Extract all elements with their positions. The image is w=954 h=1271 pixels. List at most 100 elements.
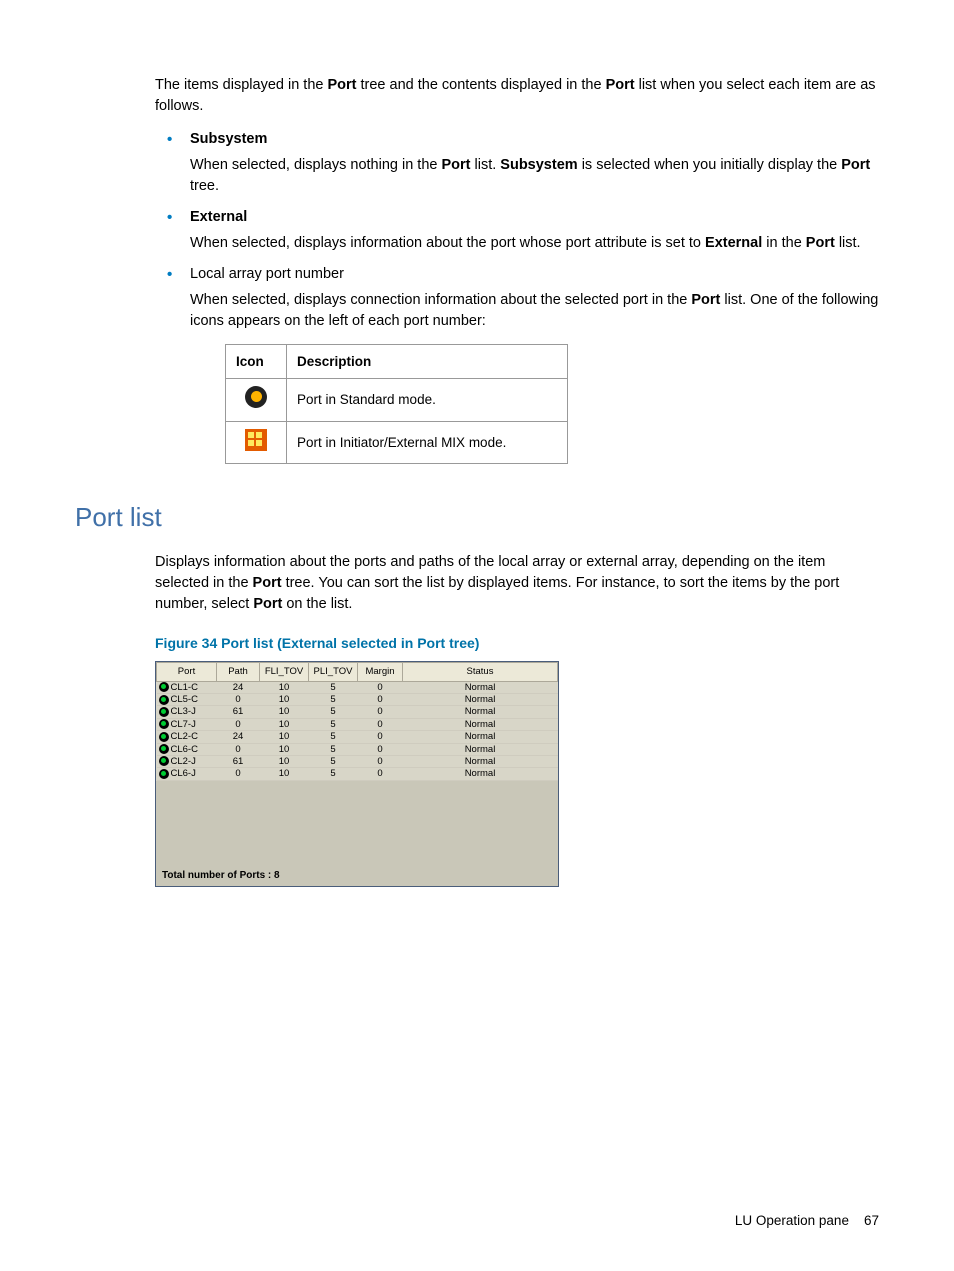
bullet-title: External [190,209,247,225]
icon-description-table: Icon Description Port in Standard mode. … [225,344,568,465]
fli-cell: 10 [260,768,309,780]
status-cell: Normal [403,706,558,718]
port-list-table: Port Path FLI_TOV PLI_TOV Margin Status … [156,662,558,781]
bullet-title: Subsystem [190,131,267,147]
col-margin[interactable]: Margin [358,662,403,681]
margin-cell: 0 [358,694,403,706]
standard-port-icon [245,386,267,408]
port-standard-icon [159,719,169,729]
port-list-footer: Total number of Ports : 8 [156,866,558,887]
bullet-desc: When selected, displays information abou… [190,233,879,254]
status-cell: Normal [403,768,558,780]
pli-cell: 5 [309,731,358,743]
margin-cell: 0 [358,743,403,755]
fli-cell: 10 [260,718,309,730]
status-cell: Normal [403,731,558,743]
port-standard-icon [159,707,169,717]
port-standard-icon [159,744,169,754]
path-cell: 0 [217,694,260,706]
margin-cell: 0 [358,768,403,780]
port-cell: CL2-C [157,731,217,743]
col-status[interactable]: Status [403,662,558,681]
table-row[interactable]: CL1-C241050Normal [157,681,558,693]
table-row[interactable]: CL2-J611050Normal [157,755,558,767]
pli-cell: 5 [309,681,358,693]
pli-cell: 5 [309,743,358,755]
path-cell: 61 [217,706,260,718]
port-cell: CL2-J [157,755,217,767]
intro-paragraph: The items displayed in the Port tree and… [155,75,879,117]
fli-cell: 10 [260,694,309,706]
port-tree-items-list: Subsystem When selected, displays nothin… [155,129,879,465]
icon-desc: Port in Initiator/External MIX mode. [287,421,568,464]
table-row[interactable]: CL2-C241050Normal [157,731,558,743]
table-row[interactable]: CL5-C01050Normal [157,694,558,706]
table-row[interactable]: CL6-J01050Normal [157,768,558,780]
path-cell: 61 [217,755,260,767]
port-list-description: Displays information about the ports and… [155,552,879,615]
port-list-heading: Port list [75,499,879,537]
port-cell: CL5-C [157,694,217,706]
margin-cell: 0 [358,755,403,767]
fli-cell: 10 [260,706,309,718]
path-cell: 24 [217,731,260,743]
pli-cell: 5 [309,706,358,718]
port-standard-icon [159,756,169,766]
pli-cell: 5 [309,768,358,780]
icon-table-header-icon: Icon [226,344,287,379]
bullet-subsystem: Subsystem When selected, displays nothin… [155,129,879,197]
port-cell: CL7-J [157,718,217,730]
fli-cell: 10 [260,755,309,767]
footer-section-name: LU Operation pane [735,1213,849,1228]
port-list-screenshot: Port Path FLI_TOV PLI_TOV Margin Status … [155,661,559,887]
port-cell: CL6-J [157,768,217,780]
margin-cell: 0 [358,731,403,743]
status-cell: Normal [403,694,558,706]
port-list-empty-area [156,781,558,866]
mix-port-icon [245,429,267,451]
icon-desc: Port in Standard mode. [287,379,568,422]
path-cell: 0 [217,768,260,780]
col-path[interactable]: Path [217,662,260,681]
bullet-external: External When selected, displays informa… [155,207,879,254]
status-cell: Normal [403,681,558,693]
port-standard-icon [159,682,169,692]
port-standard-icon [159,695,169,705]
table-row: Port in Standard mode. [226,379,568,422]
path-cell: 0 [217,743,260,755]
port-standard-icon [159,769,169,779]
path-cell: 24 [217,681,260,693]
pli-cell: 5 [309,694,358,706]
port-standard-icon [159,732,169,742]
footer-page-number: 67 [864,1213,879,1228]
table-row: Port in Initiator/External MIX mode. [226,421,568,464]
port-cell: CL3-J [157,706,217,718]
margin-cell: 0 [358,706,403,718]
bullet-title: Local array port number [190,266,344,282]
pli-cell: 5 [309,755,358,767]
table-row[interactable]: CL6-C01050Normal [157,743,558,755]
figure-caption: Figure 34 Port list (External selected i… [155,633,879,653]
page-footer: LU Operation pane 67 [735,1211,879,1231]
bullet-desc: When selected, displays connection infor… [190,290,879,332]
fli-cell: 10 [260,731,309,743]
fli-cell: 10 [260,743,309,755]
status-cell: Normal [403,743,558,755]
port-cell: CL1-C [157,681,217,693]
col-port[interactable]: Port [157,662,217,681]
port-cell: CL6-C [157,743,217,755]
bullet-local-array-port: Local array port number When selected, d… [155,264,879,465]
path-cell: 0 [217,718,260,730]
table-row[interactable]: CL3-J611050Normal [157,706,558,718]
fli-cell: 10 [260,681,309,693]
status-cell: Normal [403,755,558,767]
status-cell: Normal [403,718,558,730]
col-fli-tov[interactable]: FLI_TOV [260,662,309,681]
pli-cell: 5 [309,718,358,730]
table-row[interactable]: CL7-J01050Normal [157,718,558,730]
margin-cell: 0 [358,681,403,693]
bullet-desc: When selected, displays nothing in the P… [190,155,879,197]
col-pli-tov[interactable]: PLI_TOV [309,662,358,681]
icon-table-header-description: Description [287,344,568,379]
margin-cell: 0 [358,718,403,730]
